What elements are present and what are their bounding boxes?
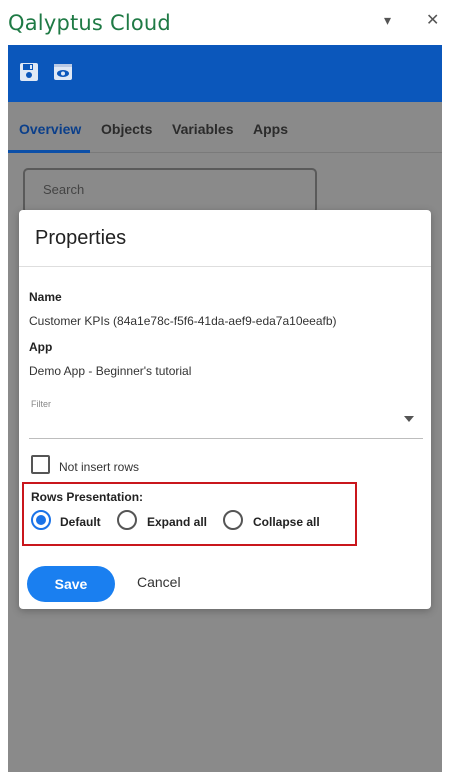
search-box[interactable] [23,168,317,214]
radio-expand-all-label[interactable]: Expand all [147,515,207,529]
radio-expand-all[interactable] [117,510,137,530]
radio-default-label[interactable]: Default [60,515,101,529]
rows-presentation-label: Rows Presentation: [31,490,144,504]
filter-underline [29,438,423,439]
search-input[interactable] [43,182,293,197]
tab-variables[interactable]: Variables [172,121,234,137]
save-button[interactable]: Save [27,566,115,602]
close-icon[interactable]: ✕ [426,10,439,30]
tab-objects[interactable]: Objects [101,121,152,137]
tab-bar: Overview Objects Variables Apps [8,102,442,153]
active-tab-indicator [8,150,90,153]
pane-options-chevron-down-icon[interactable]: ▾ [384,12,391,29]
properties-dialog: Properties Name Customer KPIs (84a1e78c-… [19,210,431,609]
dialog-title: Properties [35,227,127,249]
not-insert-rows-label: Not insert rows [59,460,140,474]
app-value: Demo App - Beginner's tutorial [29,364,192,378]
tab-apps[interactable]: Apps [253,121,288,137]
toolbar [8,45,442,102]
radio-collapse-all-label[interactable]: Collapse all [253,515,320,529]
name-value: Customer KPIs (84a1e78c-f5f6-41da-aef9-e… [29,314,337,328]
preview-icon[interactable] [52,61,74,83]
dialog-divider [19,266,431,267]
radio-collapse-all[interactable] [223,510,243,530]
not-insert-rows-checkbox[interactable] [31,455,50,474]
radio-default[interactable] [31,510,51,530]
rows-presentation-group: Rows Presentation: Default Expand all Co… [22,482,357,546]
pane-title: Qalyptus Cloud [8,11,171,35]
name-label: Name [29,290,62,304]
cancel-button[interactable]: Cancel [137,574,181,590]
tab-overview[interactable]: Overview [19,121,81,137]
filter-select[interactable] [29,406,423,438]
save-icon[interactable] [18,61,40,83]
app-label: App [29,340,53,354]
chevron-down-icon[interactable] [404,416,414,422]
